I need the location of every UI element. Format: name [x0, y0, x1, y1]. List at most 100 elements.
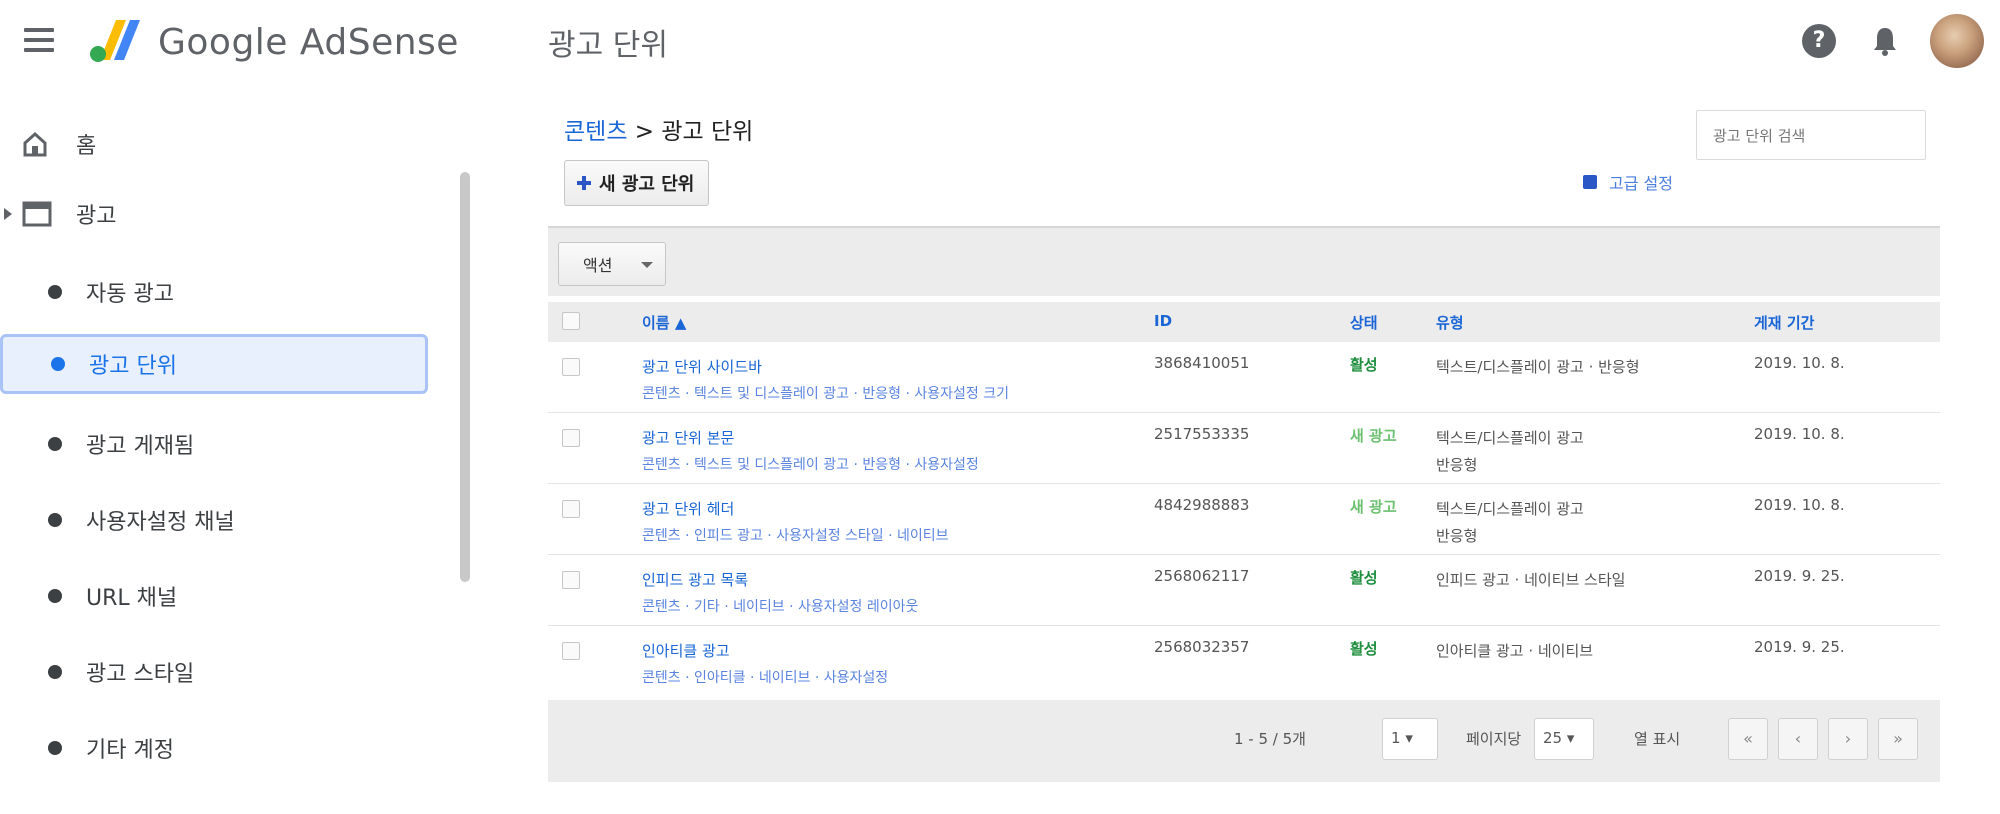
- column-header-type[interactable]: 유형: [1436, 312, 1464, 333]
- sidebar-item-label: 광고 게재됨: [86, 434, 195, 459]
- sidebar-item-auto-ads[interactable]: 자동 광고: [0, 262, 428, 322]
- page-select[interactable]: 1 ▾: [1382, 718, 1438, 760]
- sidebar-scrollbar[interactable]: [460, 172, 470, 582]
- top-app-bar: Google AdSense 광고 단위 ?: [0, 0, 2000, 84]
- action-dropdown-label: 액션: [583, 256, 613, 275]
- ad-unit-date: 2019. 9. 25.: [1754, 638, 1845, 656]
- ad-unit-details: 콘텐츠 · 텍스트 및 디스플레이 광고 · 반응형 · 사용자설정: [642, 457, 979, 473]
- ad-unit-id: 2517553335: [1154, 425, 1250, 443]
- ad-unit-type: 텍스트/디스플레이 광고 · 반응형: [1436, 358, 1640, 376]
- breadcrumb: 콘텐츠 > 광고 단위: [564, 112, 753, 146]
- sidebar-item-home[interactable]: 홈: [0, 114, 428, 174]
- sidebar-item-ads[interactable]: 광고: [0, 184, 428, 244]
- menu-icon[interactable]: [24, 28, 54, 52]
- avatar[interactable]: [1930, 14, 1984, 68]
- first-page-button[interactable]: «: [1728, 718, 1768, 760]
- table-row[interactable]: 광고 단위 헤더 콘텐츠 · 인피드 광고 · 사용자설정 스타일 · 네이티브 …: [548, 484, 1940, 555]
- column-header-date[interactable]: 게재 기간: [1754, 312, 1814, 333]
- ad-unit-name-link[interactable]: 광고 단위 본문: [642, 425, 979, 452]
- sidebar-item-label: 광고 단위: [89, 354, 177, 379]
- bell-icon[interactable]: [1866, 22, 1904, 60]
- table-row[interactable]: 광고 단위 사이드바콘텐츠 · 텍스트 및 디스플레이 광고 · 반응형 · 사…: [548, 342, 1940, 413]
- page-select-value: 1: [1391, 729, 1401, 747]
- column-header-status[interactable]: 상태: [1350, 312, 1378, 333]
- sidebar-item-url-channels[interactable]: URL 채널: [0, 566, 428, 626]
- ad-unit-name-link[interactable]: 인아티클 광고: [642, 638, 888, 665]
- brand-name: Google AdSense: [158, 22, 459, 63]
- bullet-icon: [48, 513, 62, 527]
- action-dropdown[interactable]: 액션: [558, 242, 666, 286]
- row-checkbox[interactable]: [562, 500, 580, 518]
- bullet-icon: [48, 437, 62, 451]
- ad-unit-type-line2: 반응형: [1436, 527, 1478, 545]
- sidebar-item-custom-channels[interactable]: 사용자설정 채널: [0, 490, 428, 550]
- column-header-id[interactable]: ID: [1154, 312, 1172, 330]
- table-row[interactable]: 인아티클 광고 콘텐츠 · 인아티클 · 네이티브 · 사용자설정 2568032…: [548, 626, 1940, 697]
- column-header-name[interactable]: 이름 ▲: [642, 312, 686, 333]
- show-columns-label[interactable]: 열 표시: [1634, 728, 1680, 749]
- main-content: 콘텐츠 > 광고 단위 광고 단위 검색 새 광고 단위 고급 설정 액션 이름…: [548, 84, 1948, 814]
- ad-unit-details: 콘텐츠 · 인피드 광고 · 사용자설정 스타일 · 네이티브: [642, 528, 949, 544]
- sidebar-item-label: URL 채널: [86, 586, 178, 611]
- last-page-button[interactable]: »: [1878, 718, 1918, 760]
- status-badge: 새 광고: [1350, 427, 1397, 445]
- range-text: 1 - 5 / 5개: [1234, 730, 1306, 748]
- home-icon: [22, 131, 48, 157]
- status-badge: 활성: [1350, 356, 1378, 374]
- breadcrumb-current: 광고 단위: [661, 119, 754, 145]
- ad-unit-name-link[interactable]: 광고 단위 헤더: [642, 496, 949, 523]
- search-input[interactable]: 광고 단위 검색: [1696, 110, 1926, 160]
- sidebar-item-other-accounts[interactable]: 기타 계정: [0, 718, 428, 778]
- sidebar-item-ad-units[interactable]: 광고 단위: [0, 334, 428, 394]
- new-ad-unit-label: 새 광고 단위: [599, 174, 695, 195]
- status-badge: 새 광고: [1350, 498, 1397, 516]
- adsense-logo[interactable]: [86, 14, 148, 64]
- bullet-icon: [48, 589, 62, 603]
- table-toolbar: 액션: [548, 226, 1940, 296]
- sidebar-item-ad-styles[interactable]: 광고 스타일: [0, 642, 428, 702]
- ad-unit-id: 3868410051: [1154, 354, 1250, 372]
- row-checkbox[interactable]: [562, 571, 580, 589]
- ad-unit-name-link[interactable]: 광고 단위 사이드바: [642, 354, 1009, 381]
- rows-per-page-label: 페이지당: [1466, 730, 1522, 748]
- ad-unit-type: 인아티클 광고 · 네이티브: [1436, 642, 1594, 660]
- table-header: 이름 ▲ ID 상태 유형 게재 기간: [548, 302, 1940, 342]
- ad-unit-details: 콘텐츠 · 기타 · 네이티브 · 사용자설정 레이아웃: [642, 599, 919, 615]
- advanced-settings-label: 고급 설정: [1609, 174, 1673, 193]
- breadcrumb-link-content[interactable]: 콘텐츠: [564, 119, 627, 145]
- select-all-checkbox[interactable]: [562, 312, 580, 330]
- rows-per-page-select[interactable]: 25 ▾: [1534, 718, 1594, 760]
- new-ad-unit-button[interactable]: 새 광고 단위: [564, 160, 710, 206]
- help-icon[interactable]: ?: [1800, 22, 1838, 60]
- sidebar-item-label: 사용자설정 채널: [86, 510, 235, 535]
- page-title: 광고 단위: [548, 28, 668, 63]
- status-badge: 활성: [1350, 640, 1378, 658]
- prev-page-button[interactable]: ‹: [1778, 718, 1818, 760]
- sidebar-item-label: 광고: [76, 204, 117, 229]
- row-checkbox[interactable]: [562, 429, 580, 447]
- ad-unit-date: 2019. 10. 8.: [1754, 496, 1845, 514]
- ad-unit-id: 2568062117: [1154, 567, 1250, 585]
- row-checkbox[interactable]: [562, 642, 580, 660]
- next-page-button[interactable]: ›: [1828, 718, 1868, 760]
- ad-unit-type: 텍스트/디스플레이 광고: [1436, 500, 1584, 518]
- sidebar-item-label: 자동 광고: [86, 282, 174, 307]
- sidebar: 홈 광고 자동 광고 광고 단위 광고 게재됨 사용자설정 채널 URL 채널 …: [0, 84, 470, 814]
- ad-unit-type: 인피드 광고 · 네이티브 스타일: [1436, 571, 1626, 589]
- ad-unit-details: 콘텐츠 · 텍스트 및 디스플레이 광고 · 반응형 · 사용자설정 크기: [642, 386, 1009, 402]
- status-badge: 활성: [1350, 569, 1378, 587]
- expand-arrow-icon[interactable]: [4, 208, 12, 220]
- ad-unit-id: 2568032357: [1154, 638, 1250, 656]
- ad-unit-date: 2019. 10. 8.: [1754, 425, 1845, 443]
- table-footer-pagination: 1 - 5 / 5개 1 ▾ 페이지당 25 ▾ 열 표시 « ‹ › »: [548, 700, 1940, 782]
- advanced-settings-link[interactable]: 고급 설정: [1583, 170, 1673, 194]
- table-row[interactable]: 광고 단위 본문콘텐츠 · 텍스트 및 디스플레이 광고 · 반응형 · 사용자…: [548, 413, 1940, 484]
- row-checkbox[interactable]: [562, 358, 580, 376]
- ad-unit-type: 텍스트/디스플레이 광고: [1436, 429, 1584, 447]
- table-row[interactable]: 인피드 광고 목록콘텐츠 · 기타 · 네이티브 · 사용자설정 레이아웃 25…: [548, 555, 1940, 626]
- ad-unit-date: 2019. 9. 25.: [1754, 567, 1845, 585]
- ad-unit-name-link[interactable]: 인피드 광고 목록: [642, 567, 918, 594]
- sidebar-item-ads-served[interactable]: 광고 게재됨: [0, 414, 428, 474]
- bullet-icon: [48, 665, 62, 679]
- sidebar-item-label: 기타 계정: [86, 738, 174, 763]
